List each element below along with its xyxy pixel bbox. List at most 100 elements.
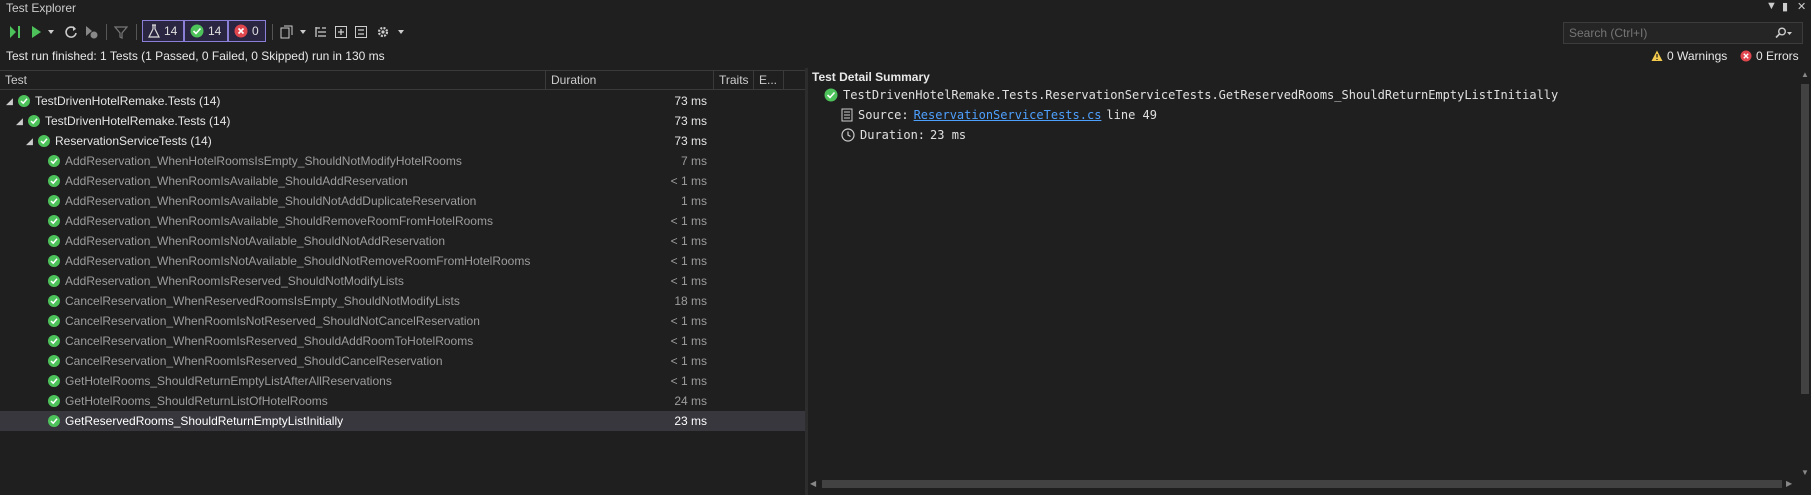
test-name: GetReservedRooms_ShouldReturnEmptyListIn…: [65, 414, 344, 428]
test-duration: 18 ms: [674, 294, 707, 308]
test-row[interactable]: CancelReservation_WhenRoomIsReserved_Sho…: [0, 351, 805, 371]
scroll-left-icon[interactable]: ◀: [810, 479, 816, 488]
toolbar: [0, 18, 1811, 46]
column-error-message[interactable]: E...: [754, 71, 784, 90]
play-icon: [32, 26, 41, 38]
test-name: AddReservation_WhenRoomIsAvailable_Shoul…: [65, 174, 408, 188]
test-row[interactable]: AddReservation_WhenRoomIsReserved_Should…: [0, 271, 805, 291]
title-bar: Test Explorer ▼ ▮ ✕: [0, 0, 1811, 16]
column-header: Test Duration Traits E...: [0, 70, 805, 90]
expand-toggle-icon[interactable]: ◢: [26, 131, 36, 151]
clock-icon: [841, 128, 855, 142]
scroll-right-icon[interactable]: ▶: [1786, 479, 1792, 488]
test-duration: 1 ms: [680, 194, 707, 208]
run-dropdown[interactable]: [46, 22, 56, 42]
test-row[interactable]: AddReservation_WhenRoomIsNotAvailable_Sh…: [0, 251, 805, 271]
vertical-scrollbar[interactable]: ▲ ▼: [1799, 70, 1811, 480]
source-label: Source:: [858, 108, 909, 122]
failed-count: 0: [252, 24, 259, 38]
test-row[interactable]: GetHotelRooms_ShouldReturnEmptyListAfter…: [0, 371, 805, 391]
test-duration: 7 ms: [680, 154, 707, 168]
document-icon: [841, 108, 853, 122]
duration-value: 23 ms: [930, 128, 967, 142]
test-duration: 73 ms: [674, 134, 707, 148]
filter-button[interactable]: [112, 22, 130, 42]
source-file-link[interactable]: ReservationServiceTests.cs: [914, 108, 1102, 122]
test-row[interactable]: CancelReservation_WhenRoomIsReserved_Sho…: [0, 331, 805, 351]
filter-icon: [114, 26, 128, 39]
flask-icon: [148, 24, 160, 38]
passed-icon: [48, 395, 60, 407]
search-box[interactable]: [1563, 22, 1803, 44]
run-button[interactable]: [28, 22, 44, 42]
failed-tests-counter[interactable]: 0: [228, 20, 266, 42]
warnings-indicator[interactable]: 0 Warnings: [1651, 49, 1727, 63]
search-input[interactable]: [1564, 25, 1766, 41]
duration-label: Duration:: [860, 128, 926, 142]
test-name: ReservationServiceTests (14): [55, 134, 212, 148]
test-duration: < 1 ms: [670, 314, 707, 328]
test-name: AddReservation_WhenRoomIsReserved_Should…: [65, 274, 404, 288]
passed-icon: [48, 195, 60, 207]
toolbar-separator: [106, 24, 107, 40]
expand-toggle-icon[interactable]: ◢: [6, 91, 16, 111]
column-test[interactable]: Test: [0, 71, 546, 90]
cancel-icon: [86, 26, 98, 39]
tree-group-row[interactable]: ◢ TestDrivenHotelRemake.Tests (14) 73 ms: [0, 91, 805, 111]
test-row[interactable]: GetHotelRooms_ShouldReturnListOfHotelRoo…: [0, 391, 805, 411]
test-duration: < 1 ms: [670, 354, 707, 368]
pin-icon[interactable]: ▮: [1782, 0, 1788, 13]
chevron-down-icon: [48, 30, 54, 34]
error-circle-icon: [234, 24, 248, 38]
check-circle-icon: [190, 24, 204, 38]
vertical-scroll-thumb[interactable]: [1801, 84, 1809, 394]
scroll-up-icon[interactable]: ▲: [1801, 70, 1809, 79]
passed-icon: [48, 355, 60, 367]
test-duration: < 1 ms: [670, 214, 707, 228]
passed-tests-counter[interactable]: 14: [184, 20, 228, 42]
cancel-run-button[interactable]: [82, 22, 100, 42]
column-duration[interactable]: Duration: [546, 71, 714, 90]
toolbar-separator: [136, 24, 137, 40]
errors-indicator[interactable]: 0 Errors: [1740, 49, 1799, 63]
total-tests-counter[interactable]: 14: [142, 20, 184, 42]
check-circle-icon: [824, 88, 838, 102]
search-icon[interactable]: [1766, 27, 1802, 39]
test-tree-pane: Test Duration Traits E... ◢ TestDrivenHot…: [0, 70, 805, 495]
passed-icon: [18, 95, 30, 107]
detail-source-line: Source: ReservationServiceTests.cs line …: [841, 108, 1157, 122]
window-position-icon[interactable]: ▼: [1766, 0, 1777, 12]
tree-group-row[interactable]: ◢ TestDrivenHotelRemake.Tests (14) 73 ms: [0, 111, 805, 131]
expand-toggle-icon[interactable]: ◢: [16, 111, 26, 131]
test-row[interactable]: CancelReservation_WhenReservedRoomsIsEmp…: [0, 291, 805, 311]
horizontal-scrollbar[interactable]: ◀ ▶: [808, 478, 1798, 490]
test-row[interactable]: AddReservation_WhenRoomIsAvailable_Shoul…: [0, 211, 805, 231]
test-name: TestDrivenHotelRemake.Tests (14): [45, 114, 231, 128]
column-traits[interactable]: Traits: [714, 71, 754, 90]
test-row[interactable]: CancelReservation_WhenRoomIsNotReserved_…: [0, 311, 805, 331]
tree-group-row[interactable]: ◢ ReservationServiceTests (14) 73 ms: [0, 131, 805, 151]
test-row[interactable]: AddReservation_WhenRoomIsAvailable_Shoul…: [0, 171, 805, 191]
close-icon[interactable]: ✕: [1797, 0, 1806, 13]
test-name: AddReservation_WhenRoomIsNotAvailable_Sh…: [65, 254, 531, 268]
repeat-last-run-button[interactable]: [62, 22, 80, 42]
test-name: AddReservation_WhenRoomIsAvailable_Shoul…: [65, 214, 493, 228]
horizontal-scroll-thumb[interactable]: [822, 480, 1782, 488]
test-row[interactable]: AddReservation_WhenRoomIsAvailable_Shoul…: [0, 191, 805, 211]
passed-icon: [48, 255, 60, 267]
test-row[interactable]: GetReservedRooms_ShouldReturnEmptyListIn…: [0, 411, 805, 431]
detail-test-name: TestDrivenHotelRemake.Tests.ReservationS…: [843, 88, 1559, 102]
test-name: GetHotelRooms_ShouldReturnListOfHotelRoo…: [65, 394, 328, 408]
passed-icon: [48, 415, 60, 427]
scroll-down-icon[interactable]: ▼: [1801, 468, 1809, 477]
run-all-button[interactable]: [6, 22, 24, 42]
test-duration: < 1 ms: [670, 374, 707, 388]
test-duration: < 1 ms: [670, 274, 707, 288]
test-name: TestDrivenHotelRemake.Tests (14): [35, 94, 221, 108]
repeat-icon: [65, 26, 77, 38]
test-row[interactable]: AddReservation_WhenHotelRoomsIsEmpty_Sho…: [0, 151, 805, 171]
error-icon: [1740, 50, 1752, 62]
test-row[interactable]: AddReservation_WhenRoomIsNotAvailable_Sh…: [0, 231, 805, 251]
test-duration: 23 ms: [674, 414, 707, 428]
window-title: Test Explorer: [6, 1, 77, 15]
